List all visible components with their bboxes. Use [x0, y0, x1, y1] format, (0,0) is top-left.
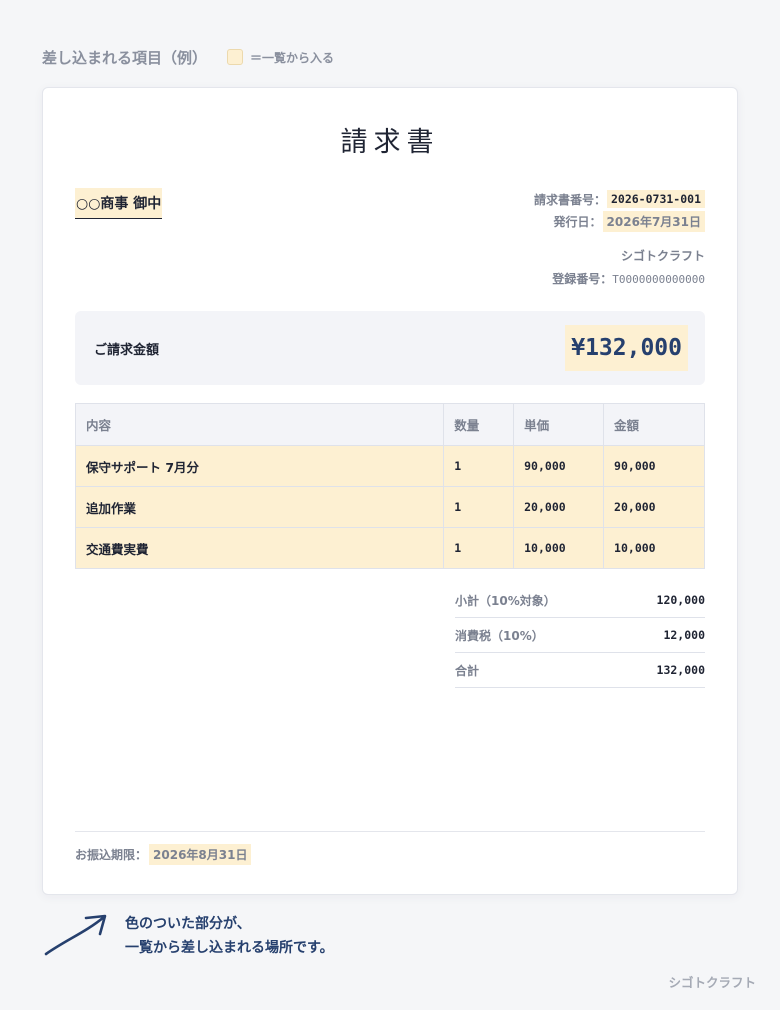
table-row: 交通費実費 1 10,000 10,000 — [74, 527, 705, 569]
table-row: 保守サポート 7月分 1 90,000 90,000 — [74, 445, 705, 487]
tax-row: 消費税（10%） 12,000 — [455, 618, 705, 653]
total-label: 合計 — [455, 663, 480, 678]
amount-label: ご請求金額 — [94, 342, 160, 358]
issuer-block: シゴトクラフト 登録番号：T0000000000000 — [552, 245, 705, 289]
total-row: 合計 132,000 — [455, 653, 705, 688]
row-description: 追加作業 — [74, 486, 445, 528]
table-header-row: 内容 数量 単価 金額 — [74, 403, 705, 446]
note-line-2: 一覧から差し込まれる場所です。 — [125, 940, 334, 956]
deadline-label: お振込期限： — [75, 847, 148, 862]
explanation-note: 色のついた部分が、 一覧から差し込まれる場所です。 — [125, 912, 334, 960]
invoice-meta: 請求書番号： 2026-0731-001 発行日： 2026年7月31日 — [534, 188, 705, 232]
row-quantity: 1 — [443, 486, 515, 528]
header-unit-price: 単価 — [513, 403, 605, 446]
row-unit-price: 10,000 — [513, 527, 605, 569]
legend-title: 差し込まれる項目（例） — [42, 48, 208, 67]
tax-label: 消費税（10%） — [455, 628, 544, 643]
deadline-value: 2026年8月31日 — [149, 843, 252, 865]
subtotal-row: 小計（10%対象） 120,000 — [455, 583, 705, 618]
legend: 差し込まれる項目（例） ＝一覧から入る — [42, 46, 334, 68]
invoice-number: 2026-0731-001 — [606, 190, 705, 208]
issue-date-label: 発行日： — [553, 214, 602, 229]
invoice-card: 請求書 ○○商事 御中 請求書番号： 2026-0731-001 発行日： 20… — [42, 87, 738, 895]
subtotal-label: 小計（10%対象） — [455, 593, 556, 608]
registration-number: T0000000000000 — [612, 273, 705, 286]
subtotal-value: 120,000 — [656, 593, 705, 607]
total-value: 132,000 — [656, 663, 705, 677]
amount-box: ご請求金額 ¥132,000 — [75, 311, 705, 385]
registration-row: 登録番号：T0000000000000 — [552, 267, 705, 289]
header-description: 内容 — [74, 403, 445, 446]
totals: 小計（10%対象） 120,000 消費税（10%） 12,000 合計 132… — [455, 583, 705, 688]
issue-date: 2026年7月31日 — [602, 210, 705, 232]
header-amount: 金額 — [603, 403, 705, 446]
row-unit-price: 20,000 — [513, 486, 605, 528]
row-quantity: 1 — [443, 445, 515, 487]
row-description: 保守サポート 7月分 — [74, 445, 445, 487]
row-unit-price: 90,000 — [513, 445, 605, 487]
arrow-icon — [44, 914, 107, 956]
header-quantity: 数量 — [443, 403, 515, 446]
document-title: 請求書 — [340, 127, 440, 158]
row-description: 交通費実費 — [74, 527, 445, 569]
invoice-number-label: 請求書番号： — [533, 192, 606, 207]
legend-swatch-text: ＝一覧から入る — [250, 50, 335, 65]
table-row: 追加作業 1 20,000 20,000 — [74, 486, 705, 528]
legend-swatch — [227, 49, 244, 65]
watermark: シゴトクラフト — [668, 975, 756, 990]
payment-deadline: お振込期限： 2026年8月31日 — [75, 843, 252, 865]
amount-value: ¥132,000 — [565, 325, 688, 371]
registration-label: 登録番号： — [552, 272, 613, 286]
items-table: 内容 数量 単価 金額 保守サポート 7月分 1 90,000 90,000 追… — [74, 403, 705, 569]
row-amount: 20,000 — [603, 486, 705, 528]
issuer-name: シゴトクラフト — [620, 249, 705, 263]
issue-date-row: 発行日： 2026年7月31日 — [534, 210, 705, 232]
row-amount: 10,000 — [603, 527, 705, 569]
footer-divider — [75, 831, 705, 832]
invoice-number-row: 請求書番号： 2026-0731-001 — [534, 188, 705, 210]
tax-value: 12,000 — [663, 628, 705, 642]
note-line-1: 色のついた部分が、 — [125, 916, 251, 932]
client-name: ○○商事 御中 — [75, 188, 163, 219]
row-amount: 90,000 — [603, 445, 705, 487]
row-quantity: 1 — [443, 527, 515, 569]
